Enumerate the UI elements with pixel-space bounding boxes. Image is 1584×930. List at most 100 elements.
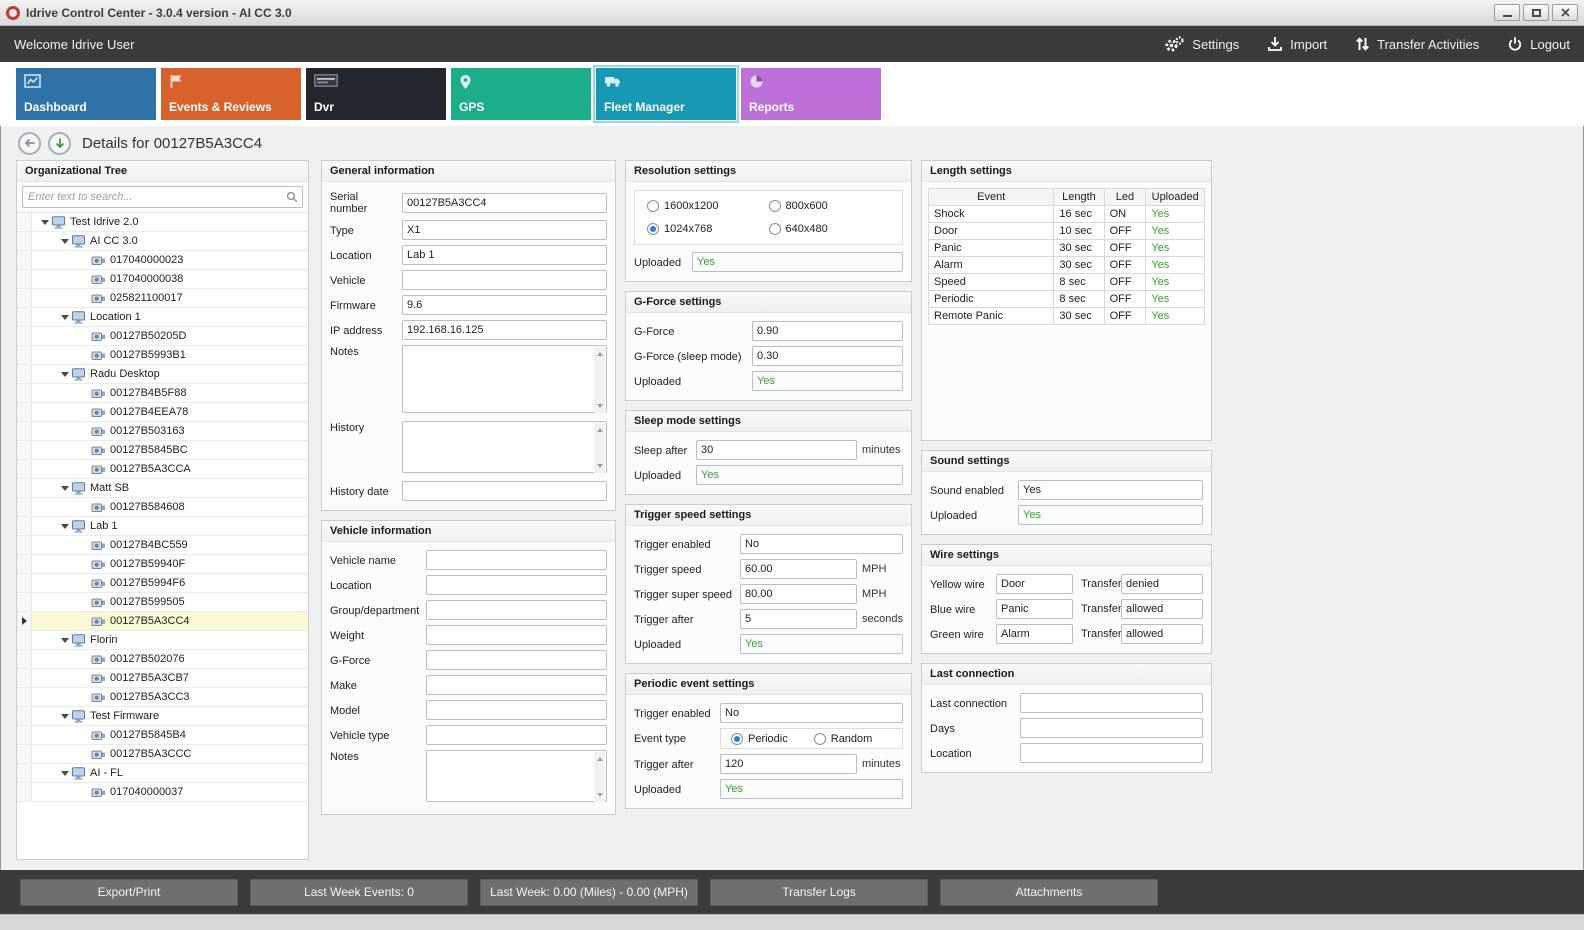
expander-icon[interactable]	[58, 368, 71, 381]
tree-item-test-firmware[interactable]: Test Firmware	[17, 707, 308, 726]
trigger-after-input[interactable]	[740, 609, 857, 629]
settings-button[interactable]: Settings	[1163, 36, 1239, 53]
g-force-input[interactable]	[426, 650, 607, 670]
sleep-after-input[interactable]	[696, 440, 857, 460]
tree-item-017040000038[interactable]: 017040000038	[17, 270, 308, 289]
notes-textarea[interactable]	[426, 750, 607, 802]
blue-wire-transfer-input[interactable]	[1121, 599, 1203, 619]
textarea-scrollbar[interactable]	[594, 423, 605, 473]
trigger-enabled-input[interactable]	[740, 534, 903, 554]
make-input[interactable]	[426, 675, 607, 695]
tree-item-00127b4b5f88[interactable]: 00127B4B5F88	[17, 384, 308, 403]
length-row-panic[interactable]: Panic30 secOFFYes	[929, 240, 1205, 257]
tab-gps[interactable]: GPS	[451, 68, 591, 120]
expander-icon[interactable]	[58, 311, 71, 324]
notes-textarea[interactable]	[402, 345, 607, 413]
expander-icon[interactable]	[58, 634, 71, 647]
tree-item-test-idrive-2-0[interactable]: Test Idrive 2.0	[17, 213, 308, 232]
radio-periodic[interactable]: Periodic	[731, 733, 788, 745]
tree-item-00127b5a3ccc[interactable]: 00127B5A3CCC	[17, 745, 308, 764]
textarea-scrollbar[interactable]	[594, 752, 605, 802]
tree-item-00127b599505[interactable]: 00127B599505	[17, 593, 308, 612]
ip-address-input[interactable]	[402, 320, 607, 340]
location-input[interactable]	[402, 245, 607, 265]
trigger-after-input[interactable]	[720, 754, 857, 774]
expander-icon[interactable]	[58, 767, 71, 780]
trigger-super-speed-input[interactable]	[740, 584, 857, 604]
tree-item-radu-desktop[interactable]: Radu Desktop	[17, 365, 308, 384]
tree-item-00127b502076[interactable]: 00127B502076	[17, 650, 308, 669]
logout-button[interactable]: Logout	[1507, 36, 1570, 52]
location-input[interactable]	[1020, 743, 1203, 763]
tree-item-00127b503163[interactable]: 00127B503163	[17, 422, 308, 441]
tree-item-00127b5845bc[interactable]: 00127B5845BC	[17, 441, 308, 460]
export-print-button[interactable]: Export/Print	[20, 879, 238, 906]
tree-item-00127b5a3cb7[interactable]: 00127B5A3CB7	[17, 669, 308, 688]
vehicle-name-input[interactable]	[426, 550, 607, 570]
tab-dashboard[interactable]: Dashboard	[16, 68, 156, 120]
tree-item-025821100017[interactable]: 025821100017	[17, 289, 308, 308]
close-button[interactable]	[1552, 4, 1578, 21]
tree-item-00127b4eea78[interactable]: 00127B4EEA78	[17, 403, 308, 422]
transfer-activities-button[interactable]: Transfer Activities	[1355, 36, 1479, 52]
tree-item-017040000037[interactable]: 017040000037	[17, 783, 308, 802]
tab-dvr[interactable]: Dvr	[306, 68, 446, 120]
blue-wire-input[interactable]	[996, 599, 1073, 619]
vehicle-type-input[interactable]	[426, 725, 607, 745]
vehicle-input[interactable]	[402, 270, 607, 290]
transfer-logs-button[interactable]: Transfer Logs	[710, 879, 928, 906]
expander-icon[interactable]	[58, 710, 71, 723]
g-force-sleep-mode-input[interactable]	[752, 346, 903, 366]
length-row-shock[interactable]: Shock16 secONYes	[929, 206, 1205, 223]
g-force-input[interactable]	[752, 321, 903, 341]
weight-input[interactable]	[426, 625, 607, 645]
tree-item-ai-cc-3-0[interactable]: AI CC 3.0	[17, 232, 308, 251]
days-input[interactable]	[1020, 718, 1203, 738]
tree-item-00127b5994f6[interactable]: 00127B5994F6	[17, 574, 308, 593]
back-button[interactable]	[18, 132, 41, 155]
model-input[interactable]	[426, 700, 607, 720]
expander-icon[interactable]	[58, 520, 71, 533]
tree-item-00127b4bc559[interactable]: 00127B4BC559	[17, 536, 308, 555]
sound-enabled-input[interactable]	[1018, 480, 1203, 500]
radio-1024x768[interactable]: 1024x768	[647, 223, 769, 235]
tree-item-017040000023[interactable]: 017040000023	[17, 251, 308, 270]
tree-item-lab-1[interactable]: Lab 1	[17, 517, 308, 536]
tab-fleet-manager[interactable]: Fleet Manager	[596, 68, 736, 120]
serial-number-input[interactable]	[402, 193, 607, 213]
tree-item-matt-sb[interactable]: Matt SB	[17, 479, 308, 498]
tree-item-00127b5a3cc3[interactable]: 00127B5A3CC3	[17, 688, 308, 707]
last-week-stats-button[interactable]: Last Week: 0.00 (Miles) - 0.00 (MPH)	[480, 879, 698, 906]
expander-icon[interactable]	[58, 235, 71, 248]
tab-reports[interactable]: Reports	[741, 68, 881, 120]
tree-item-00127b5a3cca[interactable]: 00127B5A3CCA	[17, 460, 308, 479]
trigger-enabled-input[interactable]	[720, 703, 903, 723]
import-button[interactable]: Import	[1267, 36, 1327, 52]
history-date-input[interactable]	[402, 481, 607, 501]
tab-events-reviews[interactable]: Events & Reviews	[161, 68, 301, 120]
green-wire-transfer-input[interactable]	[1121, 624, 1203, 644]
group-department-input[interactable]	[426, 600, 607, 620]
location-input[interactable]	[426, 575, 607, 595]
yellow-wire-input[interactable]	[996, 574, 1073, 594]
radio-random[interactable]: Random	[814, 733, 873, 745]
minimize-button[interactable]	[1494, 4, 1520, 21]
length-row-door[interactable]: Door10 secOFFYes	[929, 223, 1205, 240]
radio-1600x1200[interactable]: 1600x1200	[647, 200, 769, 212]
last-week-events-button[interactable]: Last Week Events: 0	[250, 879, 468, 906]
radio-800x600[interactable]: 800x600	[769, 200, 891, 212]
tree-item-00127b5a3cc4[interactable]: 00127B5A3CC4	[17, 612, 308, 631]
tree-item-00127b584608[interactable]: 00127B584608	[17, 498, 308, 517]
tree-item-00127b5845b4[interactable]: 00127B5845B4	[17, 726, 308, 745]
green-wire-input[interactable]	[996, 624, 1073, 644]
last-connection-input[interactable]	[1020, 693, 1203, 713]
attachments-button[interactable]: Attachments	[940, 879, 1158, 906]
firmware-input[interactable]	[402, 295, 607, 315]
history-textarea[interactable]	[402, 421, 607, 473]
tree-item-00127b5993b1[interactable]: 00127B5993B1	[17, 346, 308, 365]
tree-item-00127b50205d[interactable]: 00127B50205D	[17, 327, 308, 346]
tree-search-input[interactable]	[22, 186, 303, 208]
maximize-button[interactable]	[1523, 4, 1549, 21]
length-row-alarm[interactable]: Alarm30 secOFFYes	[929, 257, 1205, 274]
tree-item-florin[interactable]: Florin	[17, 631, 308, 650]
